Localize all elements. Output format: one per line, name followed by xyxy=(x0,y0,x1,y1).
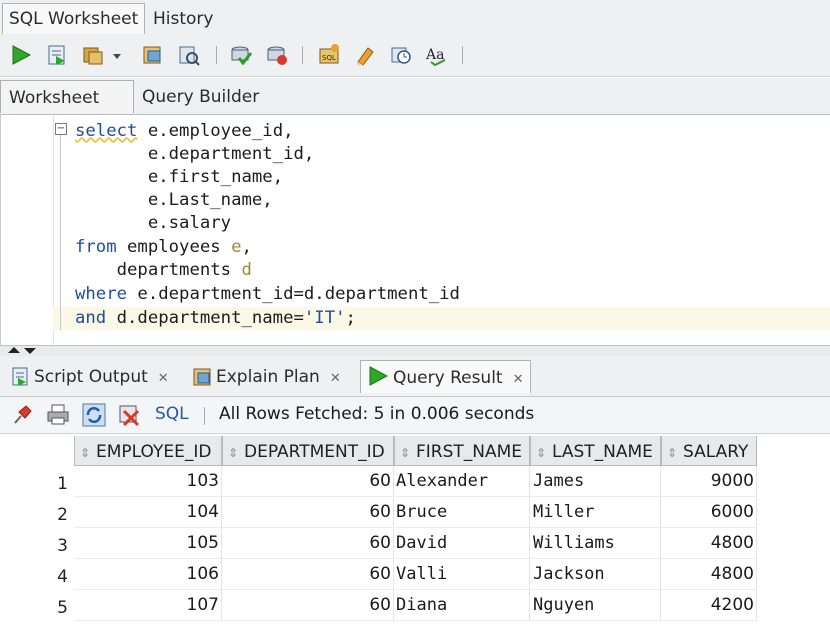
row-number[interactable]: 3 xyxy=(0,536,68,556)
table-cell[interactable]: David xyxy=(396,528,530,559)
tab-query-builder[interactable]: Query Builder xyxy=(134,80,267,112)
table-cell[interactable]: 6000 xyxy=(661,497,757,528)
cancel-query-icon[interactable] xyxy=(118,403,142,427)
close-icon[interactable]: ✕ xyxy=(330,371,341,386)
table-cell[interactable]: Miller xyxy=(530,497,661,528)
format-icon[interactable]: Aa xyxy=(424,42,450,68)
result-grid: ⇕ EMPLOYEE_ID ⇕ DEPARTMENT_ID ⇕ FIRST_NAME … xyxy=(0,434,830,636)
toolbar-separator xyxy=(204,407,205,425)
tab-history[interactable]: History xyxy=(147,4,219,34)
table-cell[interactable]: Jackson xyxy=(530,559,661,590)
row-number[interactable]: 4 xyxy=(0,567,68,587)
print-icon[interactable] xyxy=(46,403,70,427)
script-output-icon xyxy=(12,367,28,386)
splitter-arrows-icon[interactable] xyxy=(6,346,46,356)
column-header-department-id[interactable]: ⇕ DEPARTMENT_ID xyxy=(222,436,394,466)
table-cell[interactable]: 106 xyxy=(74,559,222,590)
table-cell[interactable]: 107 xyxy=(74,590,222,621)
tab-worksheet[interactable]: Worksheet xyxy=(0,80,134,113)
table-cell[interactable]: 4200 xyxy=(661,590,757,621)
table-cell[interactable]: 9000 xyxy=(661,466,757,497)
code-line: e.Last_name, xyxy=(75,190,273,210)
code-line: departments d xyxy=(75,260,252,280)
row-number[interactable]: 2 xyxy=(0,505,68,525)
row-number[interactable]: 1 xyxy=(0,474,68,494)
query-result-icon xyxy=(369,366,389,386)
sql-history-icon[interactable] xyxy=(388,42,414,68)
rollback-icon[interactable] xyxy=(264,42,290,68)
code-line: from employees e, xyxy=(75,237,252,257)
toolbar-separator xyxy=(302,46,303,64)
output-tab-strip: Script Output ✕ Explain Plan ✕ Query Resul… xyxy=(0,356,830,397)
refresh-icon[interactable] xyxy=(82,403,106,427)
table-cell[interactable]: 103 xyxy=(74,466,222,497)
sort-icon[interactable]: ⇕ xyxy=(228,437,240,469)
column-header-first-name[interactable]: ⇕ FIRST_NAME xyxy=(394,436,530,466)
explain-plan-icon[interactable] xyxy=(140,42,166,68)
tab-script-output[interactable]: Script Output ✕ xyxy=(4,360,175,392)
table-cell[interactable]: 4800 xyxy=(661,528,757,559)
tab-explain-plan[interactable]: Explain Plan ✕ xyxy=(186,360,347,392)
table-cell[interactable]: Williams xyxy=(530,528,661,559)
worksheet-tab-strip: Worksheet Query Builder xyxy=(0,78,830,115)
collapse-icon[interactable]: − xyxy=(55,123,67,135)
table-cell[interactable]: 60 xyxy=(222,559,394,590)
table-cell[interactable]: Nguyen xyxy=(530,590,661,621)
code-line: e.salary xyxy=(75,213,232,233)
code-line: e.first_name, xyxy=(75,167,284,187)
table-cell[interactable]: Valli xyxy=(396,559,530,590)
sql-editor[interactable]: − select e.employee_id, e.department_id,… xyxy=(0,115,830,345)
clear-icon[interactable] xyxy=(352,42,378,68)
result-toolbar: SQL All Rows Fetched: 5 in 0.006 seconds xyxy=(0,397,830,434)
close-icon[interactable]: ✕ xyxy=(513,372,524,387)
sort-icon[interactable]: ⇕ xyxy=(400,437,412,469)
sql-tuning-icon[interactable] xyxy=(176,42,202,68)
close-icon[interactable]: ✕ xyxy=(158,371,169,386)
sql-link[interactable]: SQL xyxy=(155,404,189,424)
table-cell[interactable]: 60 xyxy=(222,590,394,621)
run-statement-icon[interactable] xyxy=(8,42,34,68)
code-line: and d.department_name='IT'; xyxy=(75,308,356,328)
table-cell[interactable]: 4800 xyxy=(661,559,757,590)
tab-sql-worksheet[interactable]: SQL Worksheet xyxy=(2,3,146,34)
code-line: where e.department_id=d.department_id xyxy=(75,284,460,304)
dropdown-arrow-icon[interactable] xyxy=(110,42,124,68)
code-line: e.department_id, xyxy=(75,144,315,164)
table-cell[interactable]: 104 xyxy=(74,497,222,528)
column-header-last-name[interactable]: ⇕ LAST_NAME xyxy=(530,436,661,466)
pin-icon[interactable] xyxy=(10,403,34,427)
fold-guide xyxy=(60,135,61,330)
commit-icon[interactable] xyxy=(228,42,254,68)
run-script-icon[interactable] xyxy=(44,42,70,68)
table-cell[interactable]: Bruce xyxy=(396,497,530,528)
sort-icon[interactable]: ⇕ xyxy=(80,437,92,469)
code-line: select e.employee_id, xyxy=(75,121,294,141)
top-tab-strip: SQL Worksheet History xyxy=(0,0,830,37)
autotrace-icon[interactable] xyxy=(80,42,106,68)
column-header-employee-id[interactable]: ⇕ EMPLOYEE_ID xyxy=(74,436,222,466)
table-cell[interactable]: Alexander xyxy=(396,466,530,497)
toolbar-separator xyxy=(216,46,217,64)
row-number[interactable]: 5 xyxy=(0,598,68,618)
svg-text:SQL: SQL xyxy=(322,54,336,62)
fetch-status: All Rows Fetched: 5 in 0.006 seconds xyxy=(219,404,535,424)
explain-plan-tab-icon xyxy=(193,368,211,386)
table-cell[interactable]: 60 xyxy=(222,497,394,528)
editor-gutter xyxy=(1,115,54,345)
table-cell[interactable]: 105 xyxy=(74,528,222,559)
toolbar-separator xyxy=(462,46,463,64)
column-header-salary[interactable]: ⇕ SALARY xyxy=(661,436,757,466)
svg-text:Aa: Aa xyxy=(425,47,444,63)
tab-query-result[interactable]: Query Result ✕ xyxy=(360,360,531,393)
table-cell[interactable]: 60 xyxy=(222,466,394,497)
worksheet-toolbar: SQL Aa xyxy=(0,36,830,77)
table-cell[interactable]: James xyxy=(530,466,661,497)
sort-icon[interactable]: ⇕ xyxy=(667,437,679,469)
unshared-sql-icon[interactable]: SQL xyxy=(316,42,342,68)
table-cell[interactable]: Diana xyxy=(396,590,530,621)
sort-icon[interactable]: ⇕ xyxy=(536,437,548,469)
table-cell[interactable]: 60 xyxy=(222,528,394,559)
